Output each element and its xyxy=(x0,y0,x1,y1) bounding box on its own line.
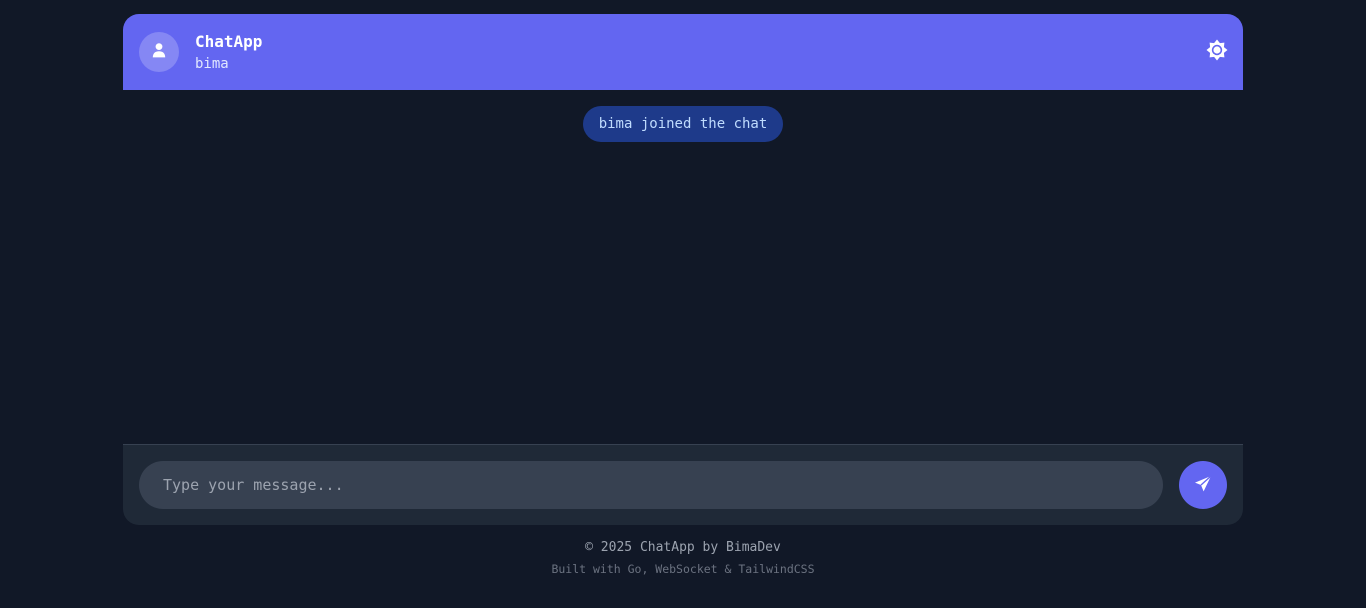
app-title: ChatApp xyxy=(195,32,263,51)
avatar xyxy=(139,32,179,72)
message-input[interactable] xyxy=(139,461,1163,509)
current-username: bima xyxy=(195,56,229,72)
message-composer xyxy=(123,444,1243,525)
page: ChatApp bima bima joined the chat Type y… xyxy=(0,0,1366,608)
sun-icon xyxy=(1206,39,1228,65)
user-icon xyxy=(151,42,167,62)
chat-header: ChatApp bima xyxy=(123,14,1243,90)
footer-copyright: © 2025 ChatApp by BimaDev xyxy=(585,540,781,555)
system-message: bima joined the chat xyxy=(583,106,783,142)
send-button[interactable] xyxy=(1179,461,1227,509)
chat-window: ChatApp bima bima joined the chat xyxy=(123,14,1243,525)
paper-plane-icon xyxy=(1194,474,1212,496)
theme-toggle-button[interactable] xyxy=(1205,39,1229,65)
footer-built-with: Built with Go, WebSocket & TailwindCSS xyxy=(551,562,815,576)
footer: © 2025 ChatApp by BimaDev Built with Go,… xyxy=(0,540,1366,576)
message-list: bima joined the chat xyxy=(123,90,1243,444)
